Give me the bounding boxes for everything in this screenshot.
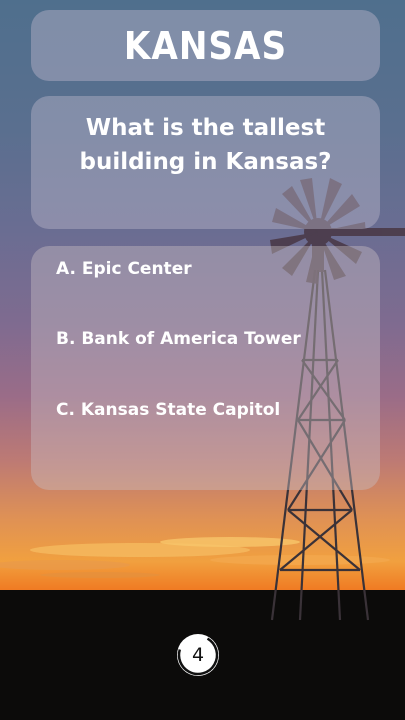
question-text: What is the tallest building in Kansas? — [79, 115, 332, 175]
countdown-timer: 4 — [175, 632, 221, 678]
answers-panel: A. Epic Center B. Bank of America Tower … — [31, 246, 380, 490]
question-panel: What is the tallest building in Kansas? — [31, 96, 380, 229]
title-panel: KANSAS — [31, 10, 380, 81]
answer-option-a[interactable]: A. Epic Center — [56, 258, 192, 280]
answer-option-c[interactable]: C. Kansas State Capitol — [56, 399, 280, 421]
answer-option-b[interactable]: B. Bank of America Tower — [56, 328, 301, 350]
timer-value: 4 — [191, 644, 205, 666]
page-title: KANSAS — [123, 24, 288, 68]
